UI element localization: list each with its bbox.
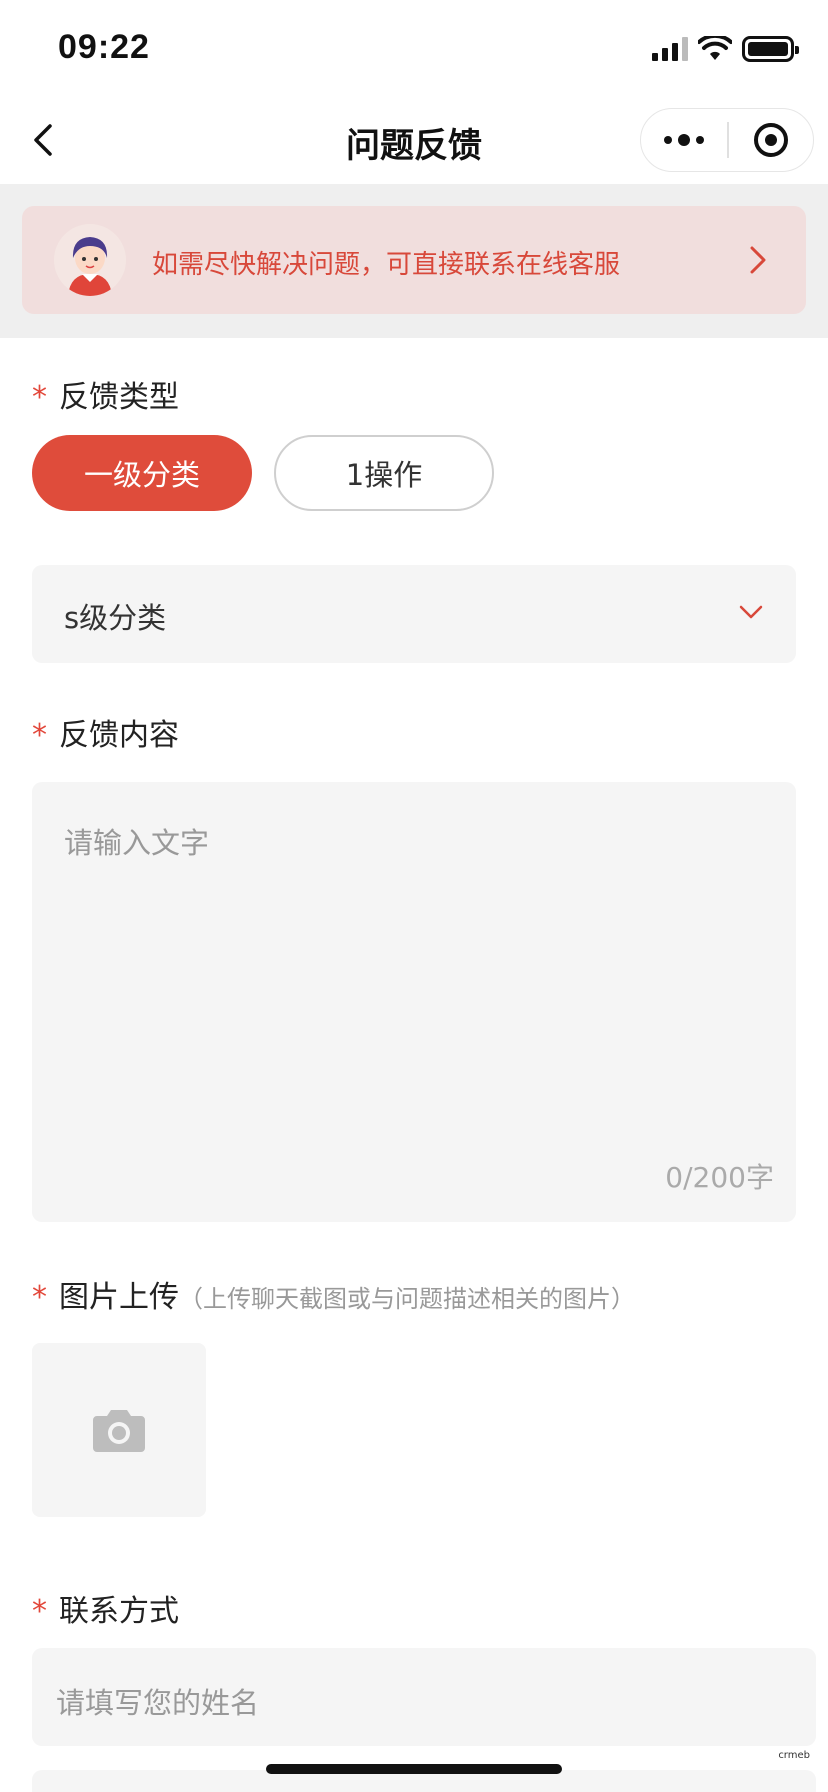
image-upload-label: * 图片上传（上传聊天截图或与问题描述相关的图片） xyxy=(32,1272,635,1316)
image-upload-button[interactable] xyxy=(32,1343,206,1517)
camera-icon xyxy=(93,1410,145,1452)
sub-category-value: s级分类 xyxy=(64,601,167,635)
feedback-content-text: 反馈内容 xyxy=(59,718,179,753)
battery-icon xyxy=(742,36,799,62)
target-circle-icon xyxy=(753,123,788,157)
feedback-content-textarea[interactable]: 请输入文字 0/200字 xyxy=(32,782,796,1222)
cellular-signal-icon xyxy=(652,37,688,61)
more-dots-icon[interactable] xyxy=(641,109,727,171)
required-mark: * xyxy=(32,1594,47,1629)
image-upload-hint: （上传聊天截图或与问题描述相关的图片） xyxy=(179,1285,635,1313)
required-mark: * xyxy=(32,718,47,753)
image-upload-text: 图片上传 xyxy=(59,1280,179,1315)
category-chip-primary[interactable]: 一级分类 xyxy=(32,435,252,511)
required-mark: * xyxy=(32,1280,47,1315)
feedback-content-label: * 反馈内容 xyxy=(32,710,179,754)
banner-area: 如需尽快解决问题，可直接联系在线客服 xyxy=(0,184,828,338)
name-input[interactable]: 请填写您的姓名 xyxy=(32,1648,816,1746)
wifi-icon xyxy=(698,36,732,60)
banner-text: 如需尽快解决问题，可直接联系在线客服 xyxy=(152,250,621,280)
feedback-type-label: * 反馈类型 xyxy=(32,372,179,416)
required-mark: * xyxy=(32,380,47,415)
mini-program-capsule xyxy=(640,108,814,172)
watermark: crmeb xyxy=(778,1750,810,1761)
sub-category-select[interactable]: s级分类 xyxy=(32,565,796,663)
nav-bar: 问题反馈 xyxy=(0,96,828,184)
status-time: 09:22 xyxy=(58,28,150,66)
contact-label: * 联系方式 xyxy=(32,1586,179,1630)
close-mini-program-button[interactable] xyxy=(729,109,814,171)
category-chip-operation[interactable]: 1操作 xyxy=(274,435,494,511)
name-placeholder: 请填写您的姓名 xyxy=(56,1686,260,1720)
chevron-right-icon xyxy=(750,246,766,274)
textarea-placeholder: 请输入文字 xyxy=(64,826,210,860)
chevron-down-icon xyxy=(739,605,763,619)
feedback-type-text: 反馈类型 xyxy=(59,380,179,415)
home-indicator xyxy=(266,1764,562,1774)
status-bar: 09:22 xyxy=(0,0,828,96)
customer-service-avatar xyxy=(54,224,126,296)
status-icons xyxy=(652,34,799,64)
char-counter: 0/200字 xyxy=(665,1161,774,1194)
customer-service-banner[interactable]: 如需尽快解决问题，可直接联系在线客服 xyxy=(22,206,806,314)
contact-text: 联系方式 xyxy=(59,1594,179,1629)
